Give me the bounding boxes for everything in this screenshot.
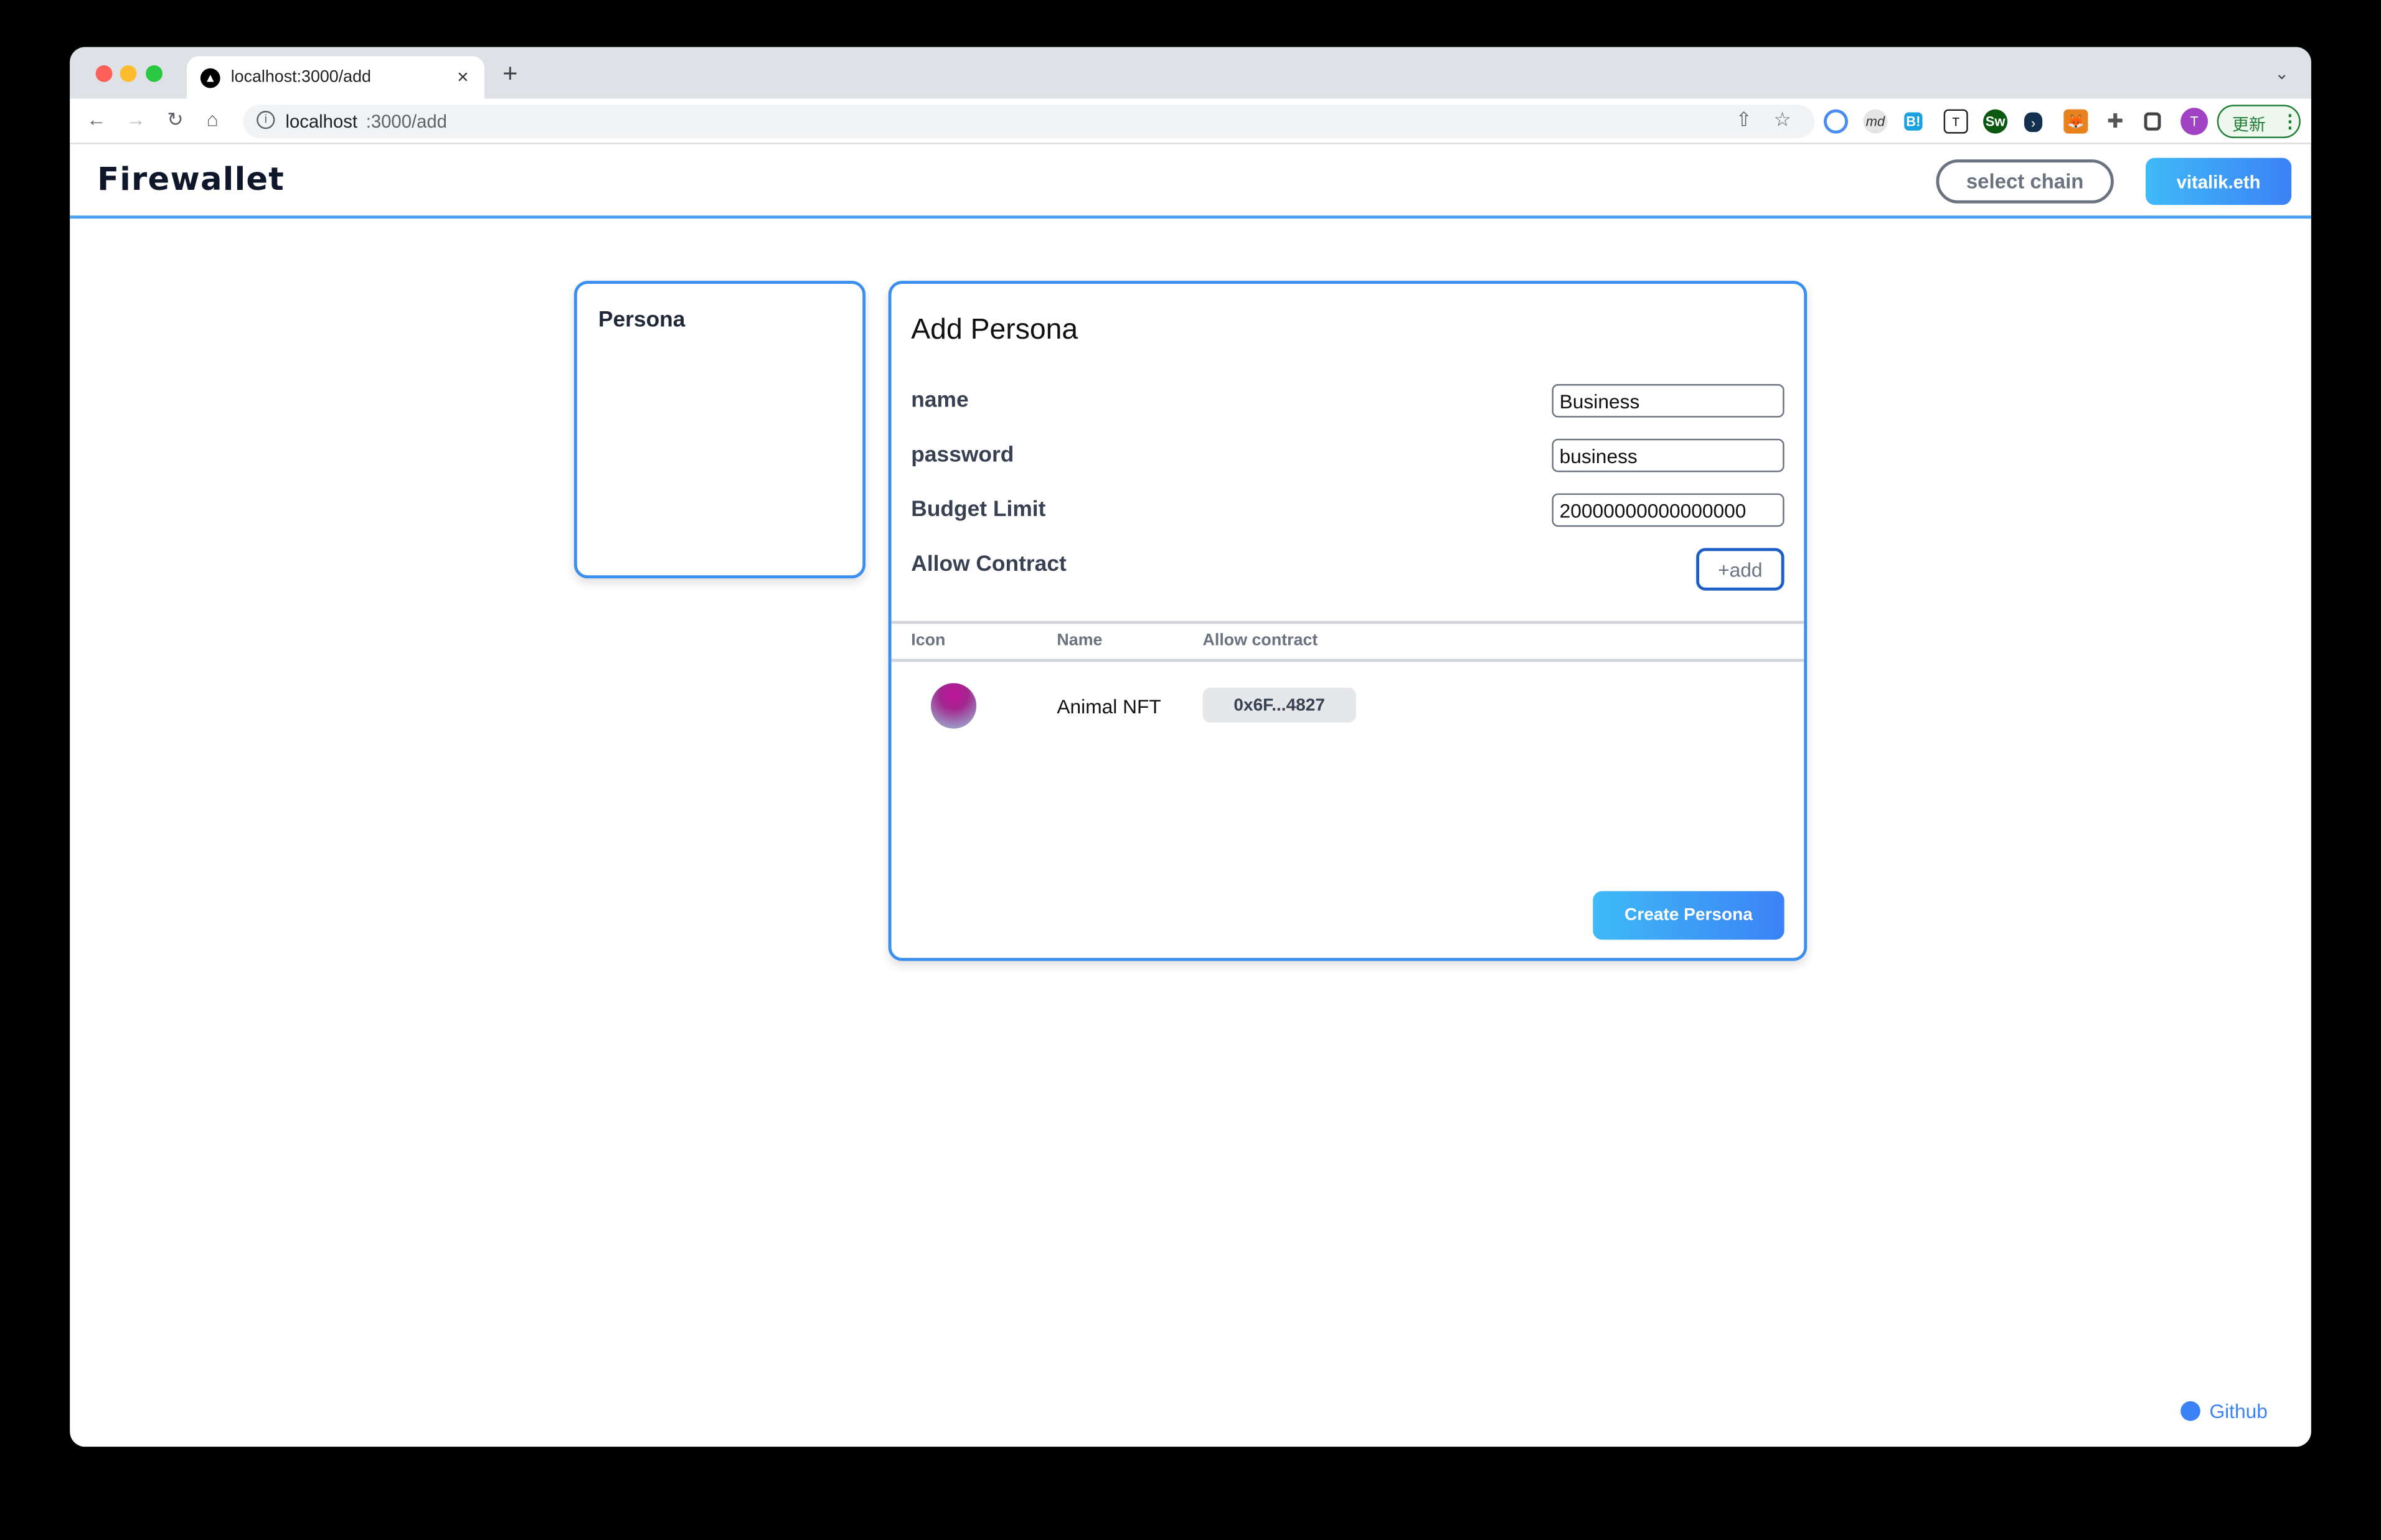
form-title: Add Persona bbox=[911, 314, 1078, 347]
md-icon[interactable]: md bbox=[1863, 109, 1888, 134]
home-icon[interactable]: ⌂ bbox=[207, 108, 219, 131]
account-button[interactable]: vitalik.eth bbox=[2146, 157, 2292, 205]
github-link[interactable]: Github bbox=[2181, 1399, 2268, 1423]
col-header-allow-contract: Allow contract bbox=[1202, 631, 1318, 650]
puzzle-icon[interactable]: ✚ bbox=[2103, 110, 2128, 134]
metamask-fox-icon[interactable]: 🦊 bbox=[2063, 109, 2088, 134]
firewallet-logo[interactable]: Firewallet bbox=[97, 161, 285, 198]
profile-avatar[interactable]: T bbox=[2181, 108, 2209, 136]
sw-icon[interactable]: Sw bbox=[1983, 109, 2008, 134]
persona-list-title: Persona bbox=[598, 308, 686, 333]
dev-extension-icon[interactable]: › bbox=[2024, 112, 2043, 133]
reload-icon[interactable]: ↻ bbox=[167, 108, 184, 132]
hatena-bookmark-icon[interactable]: B! bbox=[1904, 112, 1923, 131]
bookmark-star-icon[interactable]: ☆ bbox=[1774, 108, 1791, 132]
site-info-icon[interactable]: i bbox=[257, 111, 275, 129]
password-input[interactable] bbox=[1552, 438, 1785, 472]
allow-contract-label: Allow Contract bbox=[911, 552, 1067, 577]
github-icon bbox=[2181, 1401, 2200, 1421]
contract-avatar bbox=[930, 683, 977, 729]
nextjs-favicon-icon: ▲ bbox=[200, 68, 220, 88]
forward-icon[interactable]: → bbox=[126, 108, 146, 131]
address-bar[interactable]: i localhost :3000/add ⇧ ☆ bbox=[243, 105, 1815, 138]
close-window-button[interactable] bbox=[95, 65, 113, 82]
select-chain-button[interactable]: select chain bbox=[1936, 159, 2114, 204]
tab-title: localhost:3000/add bbox=[230, 68, 371, 87]
tab-bar: ▲ localhost:3000/add × + ⌄ bbox=[70, 47, 2311, 99]
name-label: name bbox=[911, 388, 969, 413]
col-header-name: Name bbox=[1057, 631, 1103, 650]
minimize-window-button[interactable] bbox=[120, 65, 137, 82]
col-header-icon: Icon bbox=[911, 631, 946, 650]
browser-toolbar: ← → ↻ ⌂ i localhost :3000/add ⇧ ☆ md B! … bbox=[70, 98, 2311, 144]
github-label: Github bbox=[2209, 1399, 2268, 1423]
url-host: localhost bbox=[285, 111, 358, 133]
budget-limit-label: Budget Limit bbox=[911, 497, 1046, 522]
update-label: 更新 bbox=[2232, 116, 2266, 136]
url-path: :3000/add bbox=[365, 111, 447, 133]
table-top-divider bbox=[891, 621, 1804, 624]
password-label: password bbox=[911, 443, 1014, 468]
maximize-window-button[interactable] bbox=[146, 65, 163, 82]
table-row: Animal NFT 0x6F...4827 bbox=[892, 675, 1804, 736]
sidepanel-icon[interactable] bbox=[2144, 112, 2161, 131]
add-contract-button[interactable]: +add bbox=[1696, 548, 1785, 591]
trash-icon[interactable]: T bbox=[1943, 109, 1968, 134]
budget-limit-input[interactable] bbox=[1552, 493, 1785, 527]
password-manager-icon[interactable] bbox=[1823, 109, 1849, 134]
close-tab-icon[interactable]: × bbox=[457, 65, 469, 88]
share-icon[interactable]: ⇧ bbox=[1736, 108, 1753, 132]
browser-window: ▲ localhost:3000/add × + ⌄ ← → ↻ ⌂ i loc… bbox=[70, 47, 2311, 1447]
app-header: Firewallet select chain vitalik.eth bbox=[70, 146, 2311, 219]
update-button[interactable]: 更新 ⋮ bbox=[2217, 105, 2301, 138]
menu-kebab-icon[interactable]: ⋮ bbox=[2281, 111, 2299, 132]
back-icon[interactable]: ← bbox=[87, 108, 106, 131]
browser-tab[interactable]: ▲ localhost:3000/add × bbox=[186, 56, 484, 99]
contract-address-chip[interactable]: 0x6F...4827 bbox=[1202, 687, 1356, 723]
add-persona-card: Add Persona name password Budget Limit A… bbox=[888, 281, 1808, 961]
tab-list-chevron-icon[interactable]: ⌄ bbox=[2275, 63, 2288, 83]
create-persona-button[interactable]: Create Persona bbox=[1593, 891, 1785, 940]
persona-list-card: Persona bbox=[573, 281, 866, 579]
new-tab-button[interactable]: + bbox=[502, 59, 517, 90]
name-input[interactable] bbox=[1552, 384, 1785, 418]
table-header-divider bbox=[891, 659, 1804, 662]
contract-name: Animal NFT bbox=[1057, 695, 1161, 718]
